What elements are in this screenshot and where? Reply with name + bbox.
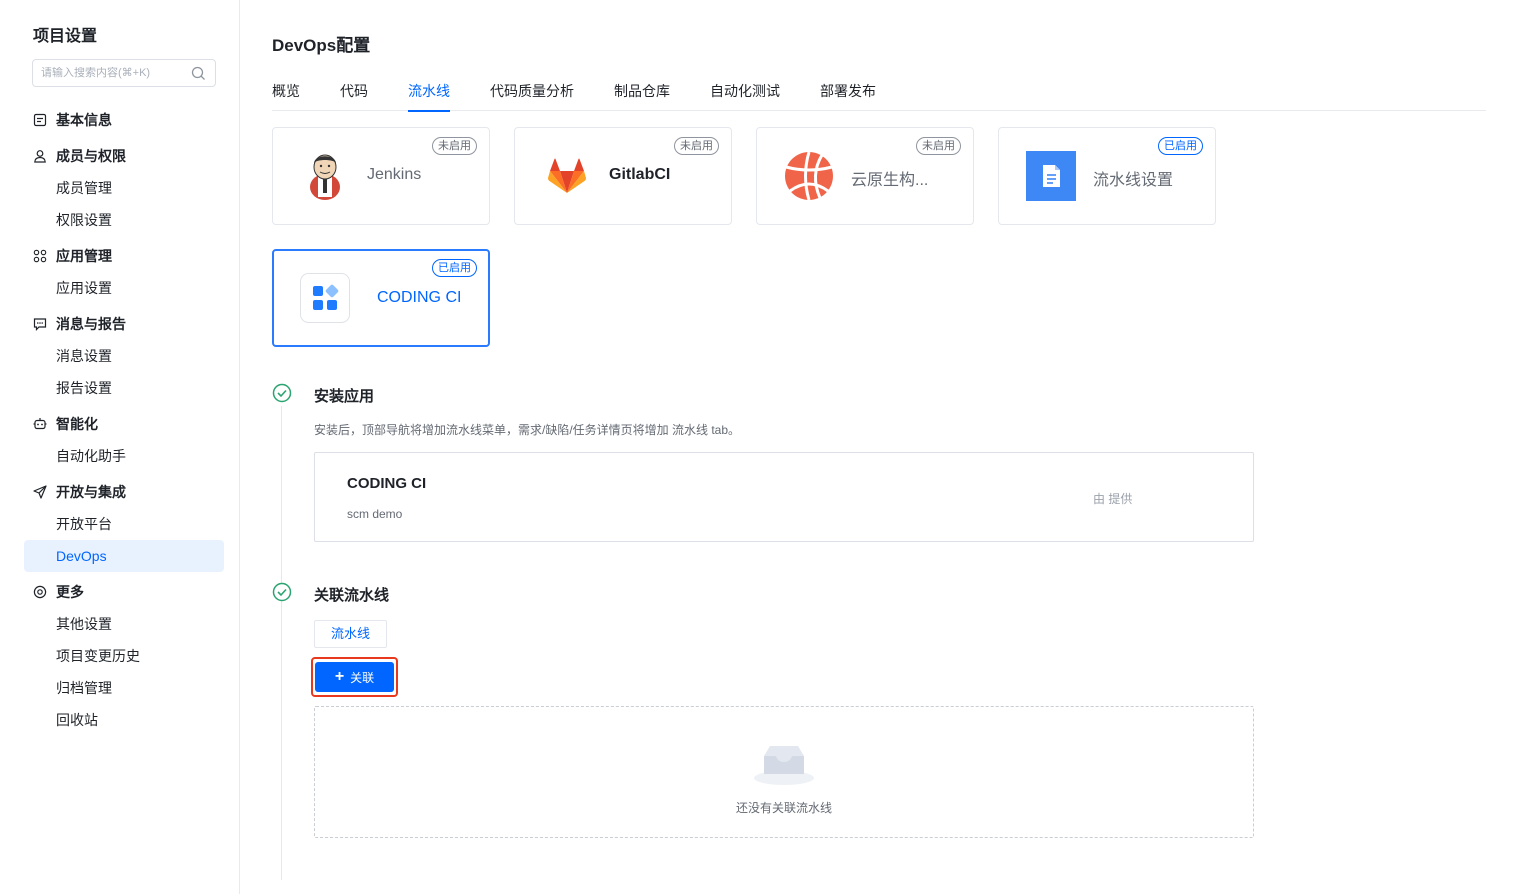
sidebar-item-other-settings[interactable]: 其他设置 [24,608,224,640]
message-icon [33,318,47,331]
sidebar-item-recycle-bin[interactable]: 回收站 [24,704,224,736]
settings-icon [33,585,47,599]
document-icon [33,113,47,127]
plus-icon: + [334,668,345,685]
sidebar-group-basic[interactable]: 基本信息 [24,104,224,136]
pipeline-chip[interactable]: 流水线 [314,620,388,648]
sidebar-group-label: 基本信息 [56,112,112,128]
sidebar-group-label: 智能化 [56,416,98,432]
card-name: Jenkins [367,166,422,183]
sidebar-item-report-settings[interactable]: 报告设置 [24,372,224,404]
install-app-desc: 安装后，顶部导航将增加流水线菜单，需求/缺陷/任务详情页将增加 流水线 tab。 [314,423,741,437]
gitlab-logo [541,150,593,202]
card-cloud-native-build[interactable]: 未启用 云原生构... [756,127,974,225]
sidebar-group-intelligence[interactable]: 智能化 [24,408,224,440]
card-pipeline-settings[interactable]: 已启用 流水线设置 [998,127,1216,225]
sidebar: 项目设置 基本信息 成员与权限 成员管理 权限设置 应用管理 应用设置 消息与报… [0,0,240,894]
sidebar-group-label: 应用管理 [56,248,112,264]
empty-text: 还没有关联流水线 [735,801,832,815]
sidebar-item-archive[interactable]: 归档管理 [24,672,224,704]
sidebar-item-devops[interactable]: DevOps [24,540,224,572]
sidebar-item-message-settings[interactable]: 消息设置 [24,340,224,372]
tab-auto-test[interactable]: 自动化测试 [710,72,780,111]
sidebar-title: 项目设置 [33,28,98,45]
check-circle-icon [272,582,292,602]
sidebar-group-messages[interactable]: 消息与报告 [24,308,224,340]
card-name: GitlabCI [609,166,671,183]
page-title: DevOps配置 [272,36,371,55]
step-connector [281,406,282,880]
card-gitlab-ci[interactable]: 未启用 GitlabCI [514,127,732,225]
card-coding-ci[interactable]: 已启用 CODING CI [272,249,490,347]
install-app-title: 安装应用 [314,388,375,405]
sidebar-item-open-platform[interactable]: 开放平台 [24,508,224,540]
tab-overview[interactable]: 概览 [272,72,300,111]
card-name: 云原生构... [851,172,929,189]
sidebar-group-label: 消息与报告 [56,316,126,332]
search-icon[interactable] [191,66,206,81]
tab-deploy[interactable]: 部署发布 [820,72,876,111]
status-badge: 已启用 [1158,137,1203,155]
main-content: DevOps配置 概览 代码 流水线 代码质量分析 制品仓库 自动化测试 部署发… [240,0,1517,894]
sidebar-group-more[interactable]: 更多 [24,576,224,608]
card-jenkins[interactable]: 未启用 Jenkins [272,127,490,225]
sidebar-group-open-integration[interactable]: 开放与集成 [24,476,224,508]
search-input[interactable] [41,67,181,79]
tab-pipeline[interactable]: 流水线 [408,72,450,112]
empty-inbox-icon [754,746,814,785]
empty-state: 还没有关联流水线 [314,706,1254,838]
send-icon [33,485,47,499]
sidebar-group-label: 更多 [56,584,84,600]
robot-icon [33,418,47,430]
app-name: CODING CI [347,475,427,492]
link-button-label: 关联 [350,670,375,685]
coding-ci-logo [299,272,351,324]
apps-icon [33,249,47,263]
search-box [32,59,216,87]
check-circle-icon [272,383,292,403]
tab-bar: 概览 代码 流水线 代码质量分析 制品仓库 自动化测试 部署发布 [272,72,1486,112]
card-name: CODING CI [377,289,462,306]
sidebar-group-label: 成员与权限 [56,148,126,164]
sidebar-item-project-history[interactable]: 项目变更历史 [24,640,224,672]
status-badge: 未启用 [674,137,719,155]
sidebar-item-member-management[interactable]: 成员管理 [24,172,224,204]
sidebar-group-apps[interactable]: 应用管理 [24,240,224,272]
status-badge: 未启用 [432,137,477,155]
tab-artifact-repo[interactable]: 制品仓库 [614,72,670,111]
link-pipeline-title: 关联流水线 [314,587,390,604]
card-name: 流水线设置 [1093,172,1174,189]
sidebar-item-permission-settings[interactable]: 权限设置 [24,204,224,236]
status-badge: 已启用 [432,259,477,277]
pipeline-doc-logo [1025,150,1077,202]
user-icon [34,150,46,163]
cloud-native-logo [783,150,835,202]
status-badge: 未启用 [916,137,961,155]
sidebar-group-members[interactable]: 成员与权限 [24,140,224,172]
sidebar-group-label: 开放与集成 [56,484,126,500]
tab-code[interactable]: 代码 [340,72,368,111]
sidebar-nav: 基本信息 成员与权限 成员管理 权限设置 应用管理 应用设置 消息与报告 消息设… [24,104,224,736]
sidebar-item-app-settings[interactable]: 应用设置 [24,272,224,304]
sidebar-item-automation-assistant[interactable]: 自动化助手 [24,440,224,472]
app-provider: 由 提供 [1093,492,1133,506]
app-subtitle: scm demo [347,507,403,521]
tab-code-quality[interactable]: 代码质量分析 [490,72,574,111]
app-info-box: CODING CI scm demo 由 提供 [314,452,1254,542]
jenkins-logo [299,150,351,202]
link-pipeline-button[interactable]: + 关联 [315,662,394,692]
